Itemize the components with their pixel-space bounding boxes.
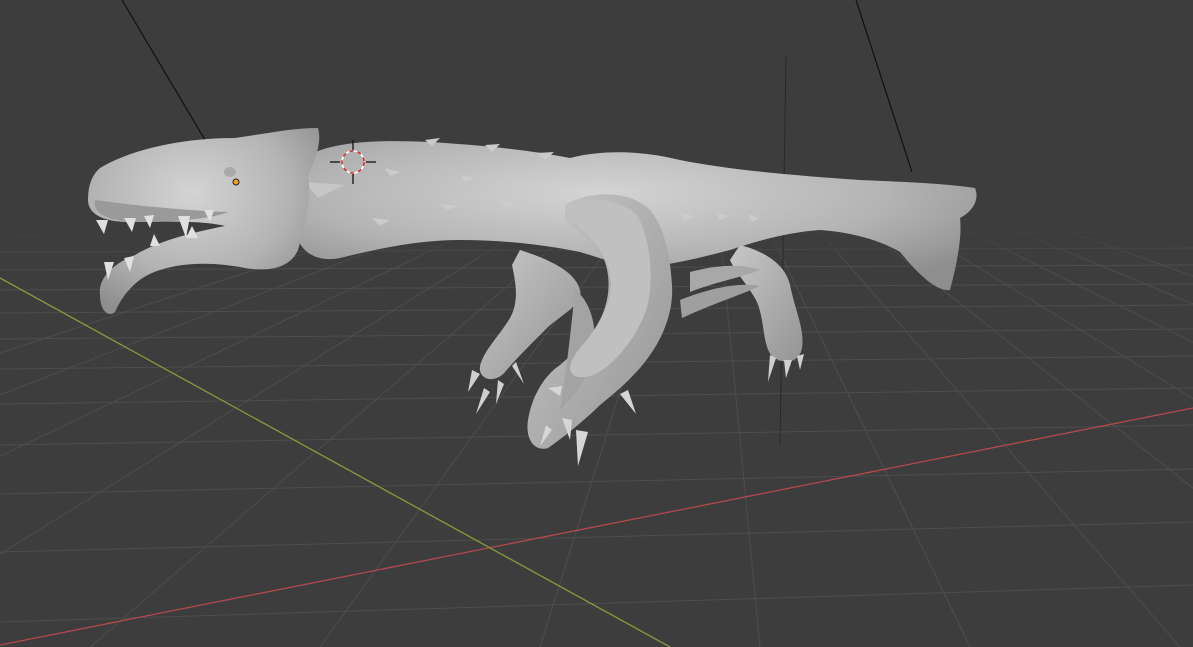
viewport-canvas[interactable] (0, 0, 1193, 647)
object-origin-icon[interactable] (232, 178, 240, 186)
eye-bump (224, 167, 236, 177)
3d-viewport[interactable] (0, 0, 1193, 647)
